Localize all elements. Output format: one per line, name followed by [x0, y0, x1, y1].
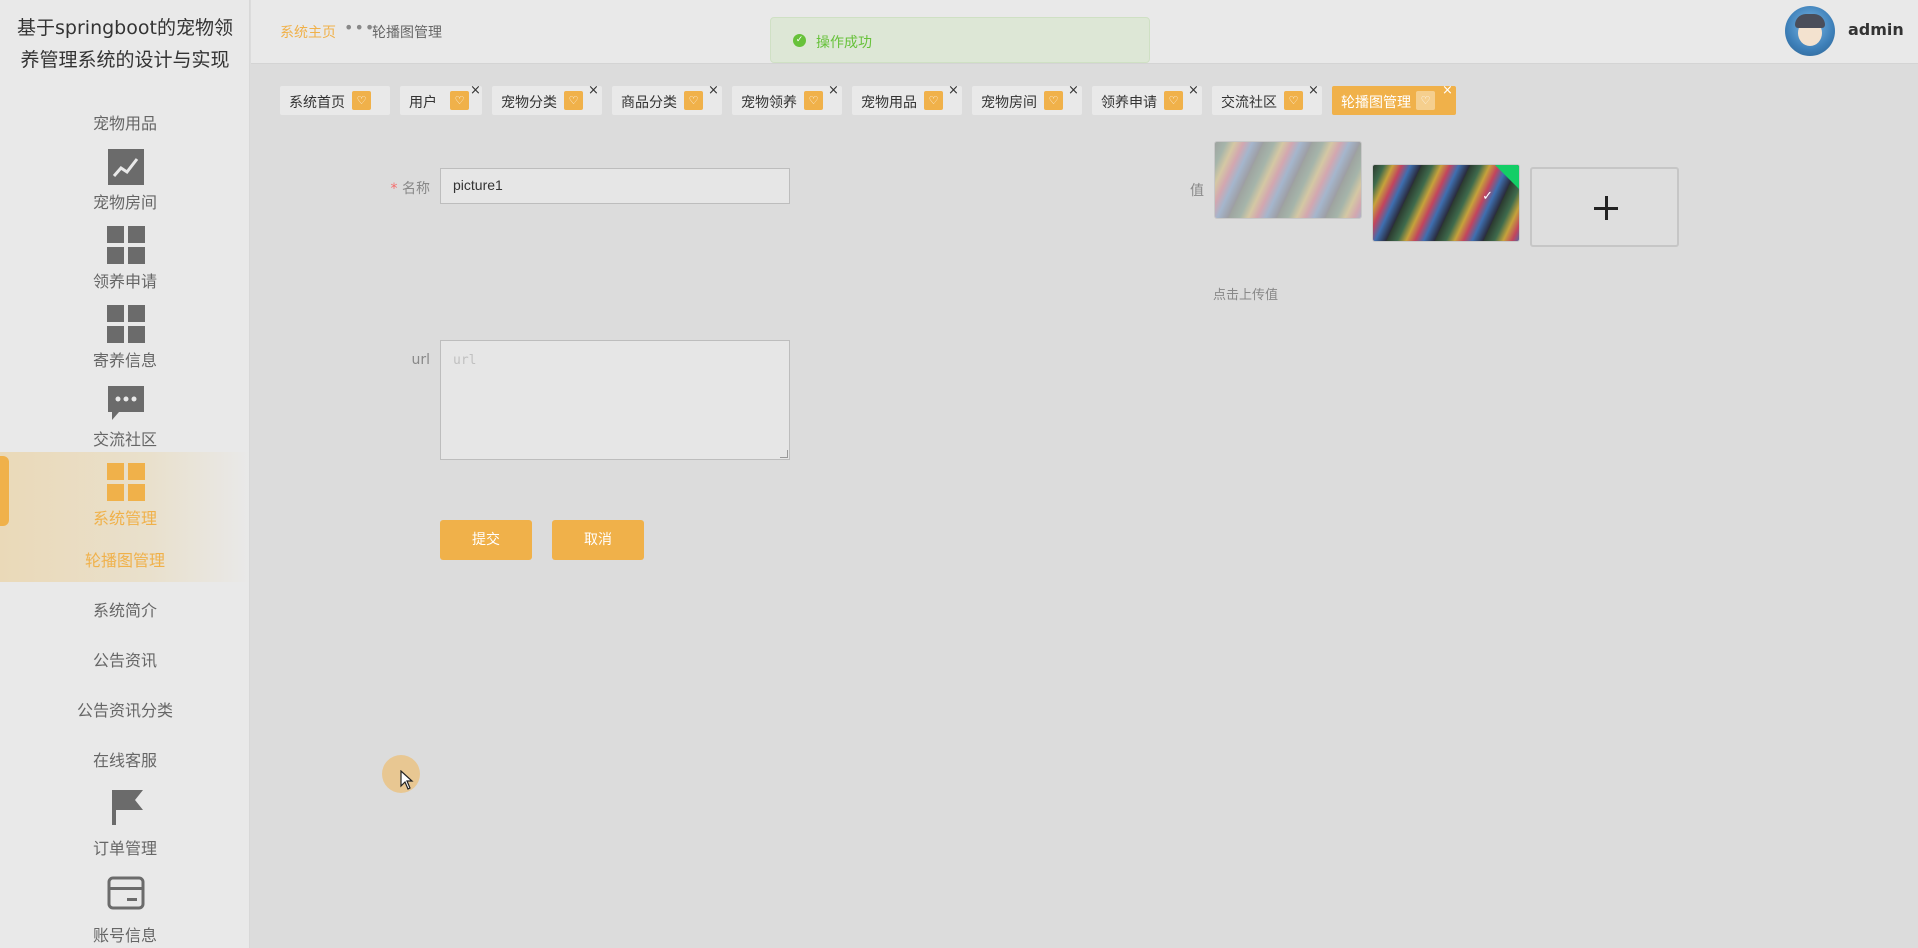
- tab-label: 宠物房间: [981, 95, 1037, 111]
- close-icon[interactable]: ×: [470, 83, 481, 98]
- tab-pet-categories[interactable]: 宠物分类 ♡ ×: [492, 83, 602, 115]
- tab-carousel-management[interactable]: 轮播图管理 ♡ ×: [1332, 83, 1456, 115]
- breadcrumb-separator: •••: [344, 18, 376, 37]
- close-icon[interactable]: ×: [1442, 83, 1453, 98]
- upload-button[interactable]: [1530, 167, 1679, 247]
- sidebar-item-community[interactable]: 交流社区: [0, 426, 249, 450]
- avatar-hair: [1795, 14, 1825, 28]
- heart-icon: ♡: [1416, 91, 1435, 110]
- close-icon[interactable]: ×: [588, 83, 599, 98]
- sidebar-item-adoption-apply[interactable]: 领养申请: [0, 268, 249, 292]
- tab-label: 交流社区: [1221, 95, 1277, 111]
- tab-adoption-apply[interactable]: 领养申请 ♡ ×: [1092, 83, 1202, 115]
- tab-label: 系统首页: [289, 95, 345, 111]
- grid-icon: [107, 463, 145, 501]
- tab-pet-rooms[interactable]: 宠物房间 ♡ ×: [972, 83, 1082, 115]
- tab-label: 宠物分类: [501, 95, 557, 111]
- heart-icon: ♡: [352, 91, 371, 110]
- breadcrumb-current: 轮播图管理: [372, 25, 442, 41]
- required-mark: *: [390, 181, 398, 197]
- flag-icon: [112, 790, 143, 825]
- close-icon[interactable]: ×: [828, 83, 839, 98]
- sidebar-subitem-online-service[interactable]: 在线客服: [0, 747, 249, 771]
- app-title: 基于springboot的宠物领 养管理系统的设计与实现: [0, 12, 249, 76]
- toast-message: 操作成功: [816, 35, 872, 51]
- avatar[interactable]: [1785, 6, 1835, 56]
- tab-home[interactable]: 系统首页 ♡: [280, 86, 390, 115]
- value-label: 值: [1190, 183, 1204, 199]
- chat-icon: [108, 386, 144, 420]
- success-corner-badge: [1495, 165, 1519, 189]
- breadcrumb-home[interactable]: 系统主页: [280, 22, 336, 42]
- resize-handle[interactable]: [780, 450, 788, 458]
- name-label: * 名称: [380, 178, 430, 198]
- tab-users[interactable]: 用户 ♡ ×: [400, 83, 482, 115]
- sidebar-item-system-management[interactable]: 系统管理: [0, 505, 249, 529]
- cancel-button[interactable]: 取消: [552, 520, 644, 560]
- url-label: url: [411, 352, 430, 368]
- submit-button[interactable]: 提交: [440, 520, 532, 560]
- heart-icon: ♡: [450, 91, 469, 110]
- uploaded-image-thumbnail-ghost: [1214, 141, 1362, 219]
- close-icon[interactable]: ×: [948, 83, 959, 98]
- card-icon: [107, 876, 145, 910]
- check-icon: ✓: [1482, 189, 1493, 204]
- sidebar-subitem-announcement-categories[interactable]: 公告资讯分类: [0, 697, 249, 721]
- heart-icon: ♡: [1044, 91, 1063, 110]
- sidebar: 基于springboot的宠物领 养管理系统的设计与实现 宠物用品 宠物房间 领…: [0, 0, 250, 948]
- heart-icon: ♡: [804, 91, 823, 110]
- close-icon[interactable]: ×: [1308, 83, 1319, 98]
- tab-label: 宠物领养: [741, 95, 797, 111]
- image-preview: [1215, 142, 1361, 218]
- username[interactable]: admin: [1848, 20, 1904, 39]
- tab-pet-adoption[interactable]: 宠物领养 ♡ ×: [732, 83, 842, 115]
- grid-icon: [107, 305, 145, 343]
- uploaded-image-thumbnail[interactable]: ✓: [1372, 164, 1520, 242]
- sidebar-subitem-announcements[interactable]: 公告资讯: [0, 647, 249, 671]
- sidebar-item-account-info[interactable]: 账号信息: [0, 922, 249, 946]
- heart-icon: ♡: [924, 91, 943, 110]
- close-icon[interactable]: ×: [1188, 83, 1199, 98]
- mouse-cursor-icon: [400, 770, 414, 790]
- heart-icon: ♡: [1164, 91, 1183, 110]
- plus-icon-vertical: [1605, 196, 1608, 220]
- app-title-line1: 基于springboot的宠物领: [17, 17, 233, 39]
- tab-label: 用户: [409, 95, 437, 111]
- tab-label: 领养申请: [1101, 95, 1157, 111]
- success-toast: ✓ 操作成功: [770, 17, 1150, 63]
- heart-icon: ♡: [564, 91, 583, 110]
- upload-tip: 点击上传值: [1213, 288, 1279, 303]
- name-input[interactable]: picture1: [440, 168, 790, 204]
- tab-label: 商品分类: [621, 95, 677, 111]
- tab-community[interactable]: 交流社区 ♡ ×: [1212, 83, 1322, 115]
- success-check-icon: ✓: [793, 34, 806, 47]
- tab-label: 轮播图管理: [1341, 95, 1411, 111]
- url-placeholder: url: [453, 353, 477, 368]
- tab-pet-supplies[interactable]: 宠物用品 ♡ ×: [852, 83, 962, 115]
- app-title-line2: 养管理系统的设计与实现: [20, 49, 230, 71]
- close-icon[interactable]: ×: [708, 83, 719, 98]
- tab-label: 宠物用品: [861, 95, 917, 111]
- heart-icon: ♡: [1284, 91, 1303, 110]
- tab-product-categories[interactable]: 商品分类 ♡ ×: [612, 83, 722, 115]
- name-label-text: 名称: [402, 181, 430, 197]
- sidebar-item-pet-supplies[interactable]: 宠物用品: [0, 110, 249, 134]
- sidebar-item-pet-rooms[interactable]: 宠物房间: [0, 189, 249, 213]
- sidebar-subitem-system-intro[interactable]: 系统简介: [0, 597, 249, 621]
- sidebar-item-orders[interactable]: 订单管理: [0, 835, 249, 859]
- close-icon[interactable]: ×: [1068, 83, 1079, 98]
- url-textarea[interactable]: url: [440, 340, 790, 460]
- line-chart-icon: [108, 149, 144, 185]
- sidebar-subitem-carousel-management[interactable]: 轮播图管理: [0, 547, 249, 571]
- heart-icon: ♡: [684, 91, 703, 110]
- grid-icon: [107, 226, 145, 264]
- sidebar-item-foster-info[interactable]: 寄养信息: [0, 347, 249, 371]
